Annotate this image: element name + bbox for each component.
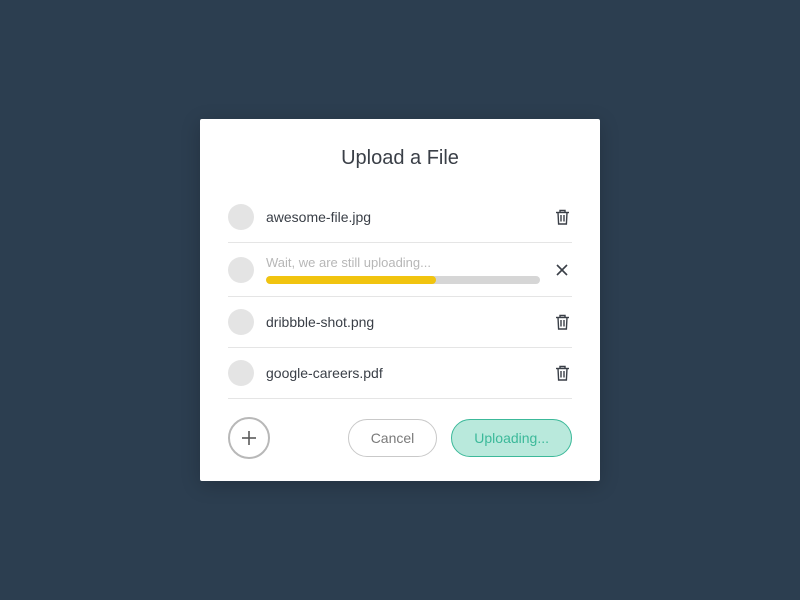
file-name: awesome-file.jpg [266, 209, 540, 225]
upload-button[interactable]: Uploading... [451, 419, 572, 457]
trash-icon [555, 209, 570, 225]
trash-icon [555, 365, 570, 381]
file-thumbnail [228, 204, 254, 230]
file-body: Wait, we are still uploading... [266, 255, 540, 284]
cancel-button[interactable]: Cancel [348, 419, 438, 457]
close-icon [555, 263, 569, 277]
progress-fill [266, 276, 436, 284]
cancel-button-label: Cancel [371, 430, 415, 446]
delete-button[interactable] [552, 363, 572, 383]
file-name: dribbble-shot.png [266, 314, 540, 330]
file-row: dribbble-shot.png [228, 297, 572, 348]
cancel-upload-button[interactable] [552, 260, 572, 280]
delete-button[interactable] [552, 207, 572, 227]
add-file-button[interactable] [228, 417, 270, 459]
upload-button-label: Uploading... [474, 430, 549, 446]
file-name: google-careers.pdf [266, 365, 540, 381]
dialog-footer: Cancel Uploading... [228, 417, 572, 459]
file-body: awesome-file.jpg [266, 209, 540, 225]
dialog-title: Upload a File [228, 147, 572, 170]
file-row: google-careers.pdf [228, 348, 572, 399]
file-body: google-careers.pdf [266, 365, 540, 381]
upload-dialog: Upload a File awesome-file.jpg Wait, we … [200, 119, 600, 481]
file-row: awesome-file.jpg [228, 192, 572, 243]
file-row: Wait, we are still uploading... [228, 243, 572, 297]
file-thumbnail [228, 360, 254, 386]
file-body: dribbble-shot.png [266, 314, 540, 330]
progress-bar [266, 276, 540, 284]
file-thumbnail [228, 257, 254, 283]
trash-icon [555, 314, 570, 330]
delete-button[interactable] [552, 312, 572, 332]
upload-status-text: Wait, we are still uploading... [266, 255, 540, 270]
file-thumbnail [228, 309, 254, 335]
plus-icon [239, 428, 259, 448]
